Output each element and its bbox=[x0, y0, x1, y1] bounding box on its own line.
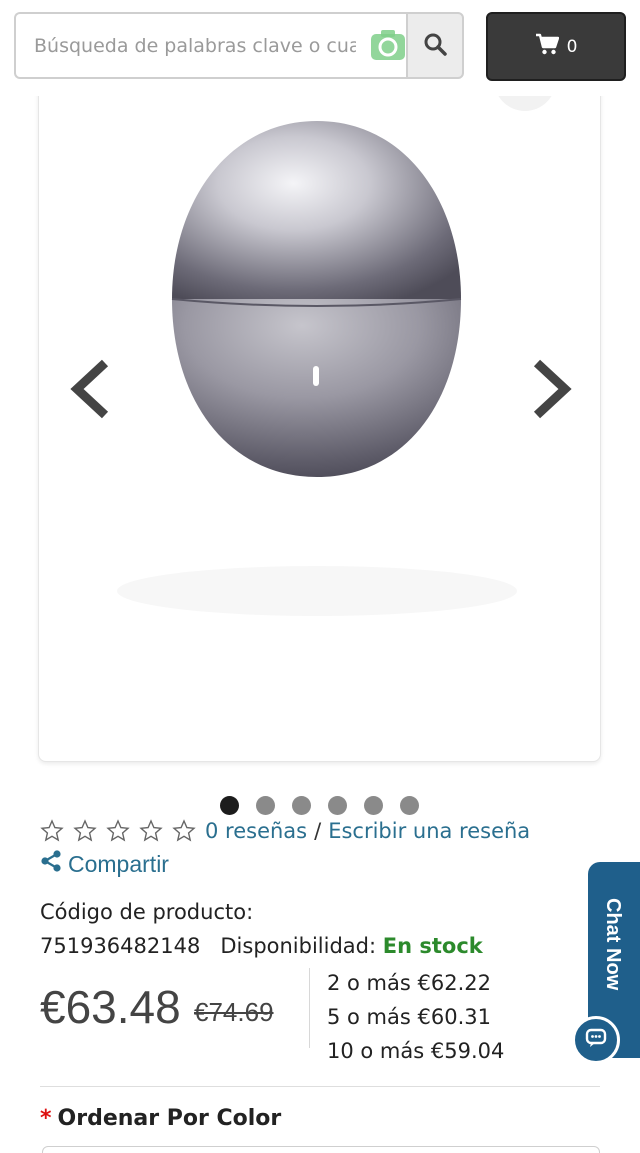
share-icon bbox=[40, 850, 62, 878]
color-option-text: Ordenar Por Color bbox=[57, 1106, 282, 1131]
product-gallery bbox=[38, 60, 601, 762]
rating-stars bbox=[40, 819, 196, 843]
chat-icon bbox=[585, 1027, 607, 1053]
chevron-right-icon[interactable] bbox=[529, 357, 575, 421]
price-divider bbox=[309, 968, 310, 1048]
chat-bubble-button[interactable] bbox=[572, 1016, 620, 1064]
color-select[interactable] bbox=[42, 1146, 600, 1153]
star-empty-icon bbox=[40, 819, 64, 842]
cart-button[interactable]: 0 bbox=[486, 12, 626, 81]
discount-tier: 5 o más €60.31 bbox=[327, 1005, 491, 1029]
star-empty-icon bbox=[139, 819, 163, 842]
product-image[interactable] bbox=[39, 61, 601, 762]
discount-tier: 2 o más €62.22 bbox=[327, 971, 491, 995]
chevron-left-icon[interactable] bbox=[67, 357, 113, 421]
gallery-dot[interactable] bbox=[364, 796, 383, 815]
search-input[interactable] bbox=[14, 12, 406, 79]
gallery-dot[interactable] bbox=[220, 796, 239, 815]
product-code-value: 751936482148 bbox=[40, 934, 201, 958]
gallery-dot[interactable] bbox=[292, 796, 311, 815]
search-bar bbox=[14, 12, 464, 79]
star-empty-icon bbox=[172, 819, 196, 842]
required-mark: * bbox=[40, 1106, 52, 1131]
old-price: €74.69 bbox=[194, 997, 274, 1027]
gallery-dot[interactable] bbox=[256, 796, 275, 815]
share-label: Compartir bbox=[68, 850, 169, 877]
share-button[interactable]: Compartir bbox=[40, 850, 169, 878]
write-review-link[interactable]: Escribir una reseña bbox=[328, 819, 530, 843]
search-icon bbox=[423, 32, 447, 60]
discount-tier: 10 o más €59.04 bbox=[327, 1039, 505, 1063]
search-button[interactable] bbox=[406, 12, 464, 79]
cart-count: 0 bbox=[566, 36, 578, 57]
gallery-dot[interactable] bbox=[328, 796, 347, 815]
star-empty-icon bbox=[73, 819, 97, 842]
cart-icon bbox=[535, 33, 559, 60]
rating-row: 0 reseñas / Escribir una reseña bbox=[40, 816, 530, 846]
gallery-dots bbox=[220, 796, 419, 815]
availability-status: En stock bbox=[382, 934, 483, 958]
availability-label: Disponibilidad: bbox=[220, 934, 377, 958]
star-empty-icon bbox=[106, 819, 130, 842]
reviews-link[interactable]: 0 reseñas bbox=[205, 819, 307, 843]
color-option-label: * Ordenar Por Color bbox=[40, 1106, 281, 1131]
quantity-discounts: 2 o más €62.22 5 o más €60.31 10 o más €… bbox=[327, 966, 504, 1068]
rating-separator: / bbox=[314, 819, 322, 843]
camera-search-icon[interactable] bbox=[370, 28, 406, 62]
section-divider bbox=[40, 1086, 600, 1087]
product-code-line: 751936482148 Disponibilidad: En stock bbox=[40, 934, 483, 958]
header: 0 bbox=[0, 0, 640, 96]
current-price: €63.48 bbox=[40, 981, 181, 1033]
chat-now-label[interactable]: Chat Now bbox=[601, 898, 624, 990]
gallery-dot[interactable] bbox=[400, 796, 419, 815]
product-code-label: Código de producto: bbox=[40, 900, 254, 924]
